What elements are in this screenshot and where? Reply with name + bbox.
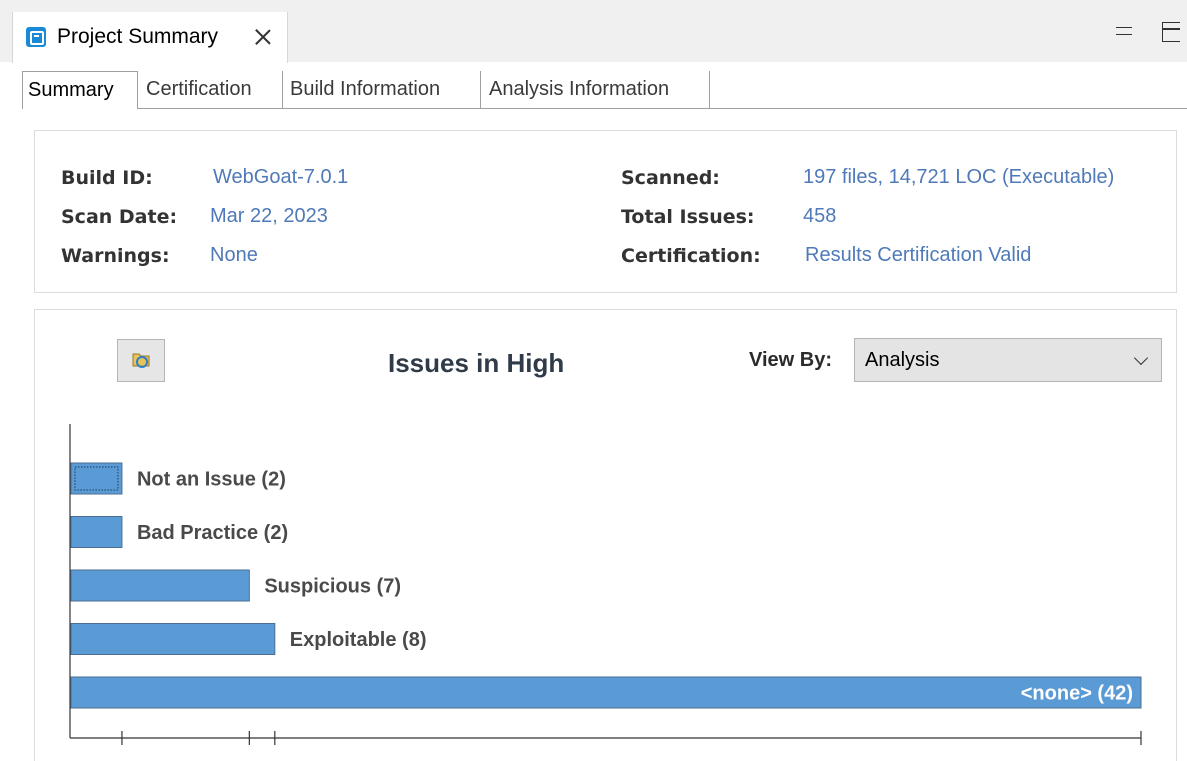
project-summary-window: Project Summary Summary Certification Bu… (0, 0, 1187, 761)
bar-not-an-issue[interactable] (70, 462, 123, 495)
bar-label: Not an Issue (2) (137, 469, 286, 491)
bar-label: Suspicious (7) (264, 576, 401, 598)
bar-label: Bad Practice (2) (137, 522, 288, 544)
issues-bar-chart: Not an Issue (2) Bad Practice (2) Suspicio… (69, 424, 1142, 745)
bar-suspicious[interactable] (70, 569, 250, 602)
bar-exploitable[interactable] (70, 623, 276, 655)
bar-bad-practice[interactable] (70, 516, 123, 548)
bar-label: Exploitable (8) (290, 629, 427, 651)
bar-none[interactable] (70, 676, 1142, 709)
bar-label: <none> (42) (1021, 683, 1133, 705)
